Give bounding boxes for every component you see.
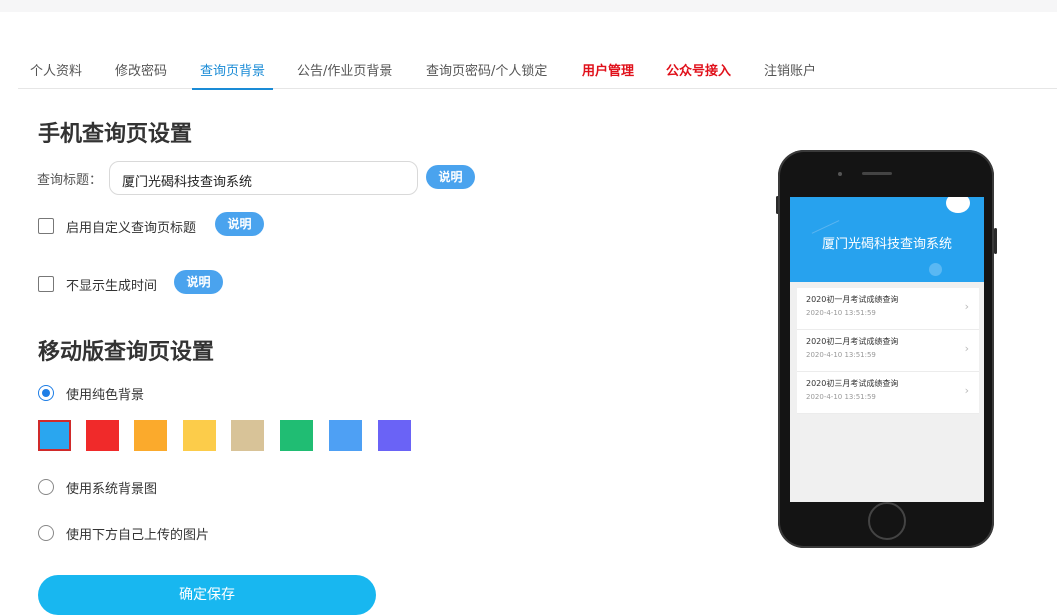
explain-button-title[interactable]: 说明: [426, 165, 475, 189]
color-swatch-purple[interactable]: [378, 420, 411, 451]
color-swatch-tan[interactable]: [231, 420, 264, 451]
tab-profile[interactable]: 个人资料: [30, 60, 82, 79]
hide-time-label: 不显示生成时间: [66, 279, 158, 294]
option-system-background-label: 使用系统背景图: [66, 482, 158, 497]
preview-decoration: [929, 263, 942, 276]
radio-system-background[interactable]: [38, 479, 54, 495]
tab-query-background[interactable]: 查询页背景: [191, 60, 274, 90]
list-item-title: 2020初三月考试成绩查询: [806, 379, 899, 388]
chevron-right-icon: ›: [964, 300, 969, 313]
radio-upload-image[interactable]: [38, 525, 54, 541]
color-swatch-red[interactable]: [86, 420, 119, 451]
chevron-right-icon: ›: [964, 384, 969, 397]
phone-camera: [838, 172, 842, 176]
list-item-title: 2020初二月考试成绩查询: [806, 337, 899, 346]
tab-query-password-lock[interactable]: 查询页密码/个人锁定: [426, 60, 547, 79]
preview-title: 厦门光碣科技查询系统: [821, 237, 952, 252]
preview-decoration: [946, 197, 970, 213]
option-upload-image-label: 使用下方自己上传的图片: [66, 528, 210, 543]
list-item-date: 2020-4-10 13:51:59: [806, 393, 876, 401]
color-swatch-blue[interactable]: [38, 420, 71, 451]
mobile-background-heading: 移动版查询页设置: [38, 340, 215, 365]
preview-header: 厦门光碣科技查询系统: [790, 197, 984, 282]
phone-home-button: [868, 502, 906, 540]
option-solid-color-label: 使用纯色背景: [66, 388, 145, 403]
color-swatch-green[interactable]: [280, 420, 313, 451]
mobile-settings-heading: 手机查询页设置: [38, 122, 193, 147]
radio-solid-color[interactable]: [38, 385, 54, 401]
phone-screen: 厦门光碣科技查询系统 2020初一月考试成绩查询 2020-4-10 13:51…: [790, 197, 984, 502]
phone-preview: 厦门光碣科技查询系统 2020初一月考试成绩查询 2020-4-10 13:51…: [778, 150, 994, 548]
tab-notice-background[interactable]: 公告/作业页背景: [297, 60, 392, 79]
tab-cancel-account[interactable]: 注销账户: [764, 60, 816, 79]
query-title-label: 查询标题：: [37, 173, 103, 188]
color-swatch-yellow[interactable]: [183, 420, 216, 451]
list-item: 2020初一月考试成绩查询 2020-4-10 13:51:59 ›: [797, 288, 979, 330]
top-strip: [0, 0, 1057, 12]
custom-title-checkbox[interactable]: [38, 218, 54, 234]
color-swatch-light-blue[interactable]: [329, 420, 362, 451]
preview-list: 2020初一月考试成绩查询 2020-4-10 13:51:59 › 2020初…: [797, 288, 979, 414]
chevron-right-icon: ›: [964, 342, 969, 355]
hide-time-checkbox[interactable]: [38, 276, 54, 292]
list-item-title: 2020初一月考试成绩查询: [806, 295, 899, 304]
explain-button-custom-title[interactable]: 说明: [215, 212, 264, 236]
list-item-date: 2020-4-10 13:51:59: [806, 351, 876, 359]
list-item: 2020初三月考试成绩查询 2020-4-10 13:51:59 ›: [797, 372, 979, 414]
preview-decoration: [806, 209, 840, 234]
tab-change-password[interactable]: 修改密码: [115, 60, 167, 79]
tab-wechat-integration[interactable]: 公众号接入: [666, 60, 731, 79]
list-item-date: 2020-4-10 13:51:59: [806, 309, 876, 317]
color-swatch-orange[interactable]: [134, 420, 167, 451]
query-title-input[interactable]: 厦门光碣科技查询系统: [109, 161, 418, 195]
phone-speaker: [862, 172, 892, 175]
tab-user-management[interactable]: 用户管理: [582, 60, 634, 79]
tab-bar: 个人资料 修改密码 查询页背景 公告/作业页背景 查询页密码/个人锁定 用户管理…: [18, 50, 1057, 90]
explain-button-hide-time[interactable]: 说明: [174, 270, 223, 294]
list-item: 2020初二月考试成绩查询 2020-4-10 13:51:59 ›: [797, 330, 979, 372]
radio-selected-dot: [42, 389, 50, 397]
phone-side-button: [994, 228, 997, 254]
custom-title-label: 启用自定义查询页标题: [66, 221, 197, 236]
save-button[interactable]: 确定保存: [38, 575, 376, 615]
